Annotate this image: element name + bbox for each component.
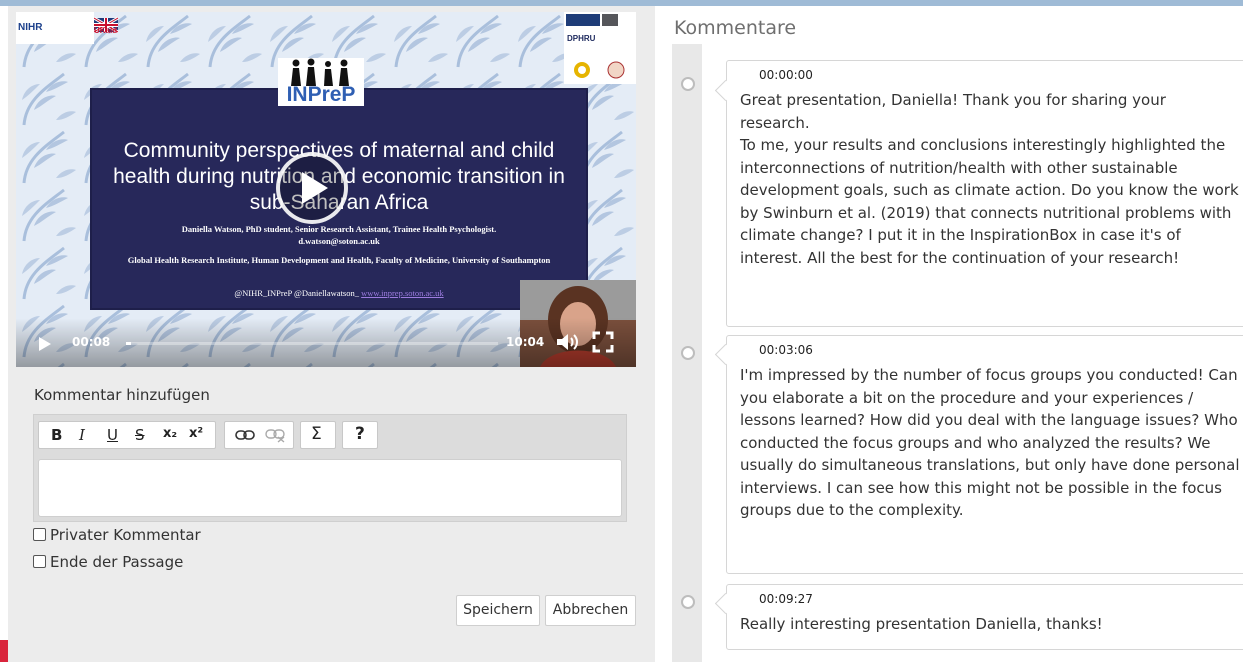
formula-toolbar-group: Σ [300, 421, 336, 449]
progress-fill [126, 342, 131, 345]
timeline-node [681, 346, 695, 360]
private-comment-option[interactable]: Privater Kommentar [33, 526, 201, 544]
red-side-marker [0, 640, 8, 662]
end-of-passage-checkbox[interactable] [33, 555, 46, 568]
comment-card: 00:09:27 Really interesting presentation… [714, 584, 1243, 650]
underline-button[interactable]: U [107, 426, 118, 444]
bold-button[interactable]: B [51, 426, 62, 444]
formula-button[interactable]: Σ [311, 424, 322, 444]
big-play-button[interactable] [276, 152, 348, 224]
slide-institution: Global Health Research Institute, Human … [127, 255, 551, 265]
comment-text: I'm impressed by the number of focus gro… [740, 366, 1240, 519]
slide-link: www.inprep.soton.ac.uk [361, 288, 444, 298]
partner-logos: DPHRU [564, 12, 636, 84]
video-player[interactable]: NIHR UKaid DPHRU Community perspectives … [16, 12, 636, 367]
comment-text: Really interesting presentation Daniella… [740, 615, 1103, 633]
slide-handles: @NIHR_INPreP @Daniellawatson_ www.inprep… [98, 288, 580, 299]
private-comment-label: Privater Kommentar [50, 526, 201, 544]
comment-card: 00:03:06 I'm impressed by the number of … [714, 335, 1243, 574]
cancel-button[interactable]: Abbrechen [545, 595, 636, 626]
volume-icon[interactable] [556, 332, 578, 352]
help-button[interactable]: ? [355, 424, 365, 444]
slide-handles-text: @NIHR_INPreP @Daniellawatson_ [234, 288, 359, 298]
partner-emblems-icon [574, 61, 625, 79]
total-time: 10:04 [506, 335, 545, 349]
inprep-logo-text: INPreP [286, 83, 356, 106]
mrc-logo [602, 14, 618, 26]
ukaid-logo-text: UKaid [94, 26, 118, 35]
fullscreen-icon[interactable] [592, 331, 614, 353]
private-comment-checkbox[interactable] [33, 528, 46, 541]
slide-author: Daniella Watson, PhD student, Senior Res… [181, 224, 497, 234]
comment-card: 00:00:00 Great presentation, Daniella! T… [714, 60, 1243, 327]
link-toolbar-group [224, 421, 294, 449]
current-time: 00:08 [72, 335, 111, 349]
strikethrough-button[interactable]: S [135, 426, 145, 444]
nihr-logo-text: NIHR [18, 22, 43, 33]
nihr-logo: NIHR [16, 12, 94, 44]
timeline-node [681, 77, 695, 91]
comment-timestamp[interactable]: 00:03:06 [759, 343, 813, 357]
superscript-button[interactable]: x² [189, 426, 203, 441]
comment-text: Great presentation, Daniella! Thank you … [740, 91, 1239, 267]
people-silhouette-icon [291, 58, 349, 86]
save-button[interactable]: Speichern [456, 595, 540, 626]
italic-button[interactable]: I [79, 426, 85, 444]
comment-timestamp[interactable]: 00:00:00 [759, 68, 813, 82]
progress-bar[interactable] [126, 342, 498, 345]
subscript-button[interactable]: x₂ [163, 426, 177, 441]
help-toolbar-group: ? [342, 421, 378, 449]
comment-card-pointer [714, 343, 737, 366]
link-icon[interactable] [235, 430, 255, 440]
play-icon [302, 172, 328, 204]
comment-editor: B I U S x₂ x² Σ ? [33, 414, 627, 522]
comment-timestamp[interactable]: 00:09:27 [759, 592, 813, 606]
comment-card-pointer [714, 592, 737, 615]
unlink-icon[interactable] [265, 429, 285, 443]
inprep-logo: INPreP [278, 58, 364, 106]
timeline-node [681, 595, 695, 609]
comments-title: Kommentare [674, 17, 797, 39]
end-of-passage-option[interactable]: Ende der Passage [33, 553, 183, 571]
southampton-logo [566, 14, 600, 26]
comment-text-area[interactable] [38, 459, 622, 517]
dphru-logo-text: DPHRU [567, 34, 596, 43]
video-controls: 00:08 10:04 [16, 318, 636, 367]
comment-card-pointer [714, 79, 737, 102]
end-of-passage-label: Ende der Passage [50, 553, 184, 571]
slide-email: d.watson@soton.ac.uk [298, 236, 380, 246]
add-comment-label: Kommentar hinzufügen [34, 386, 210, 404]
play-icon[interactable] [38, 336, 52, 352]
format-toolbar-group: B I U S x₂ x² [38, 421, 216, 449]
